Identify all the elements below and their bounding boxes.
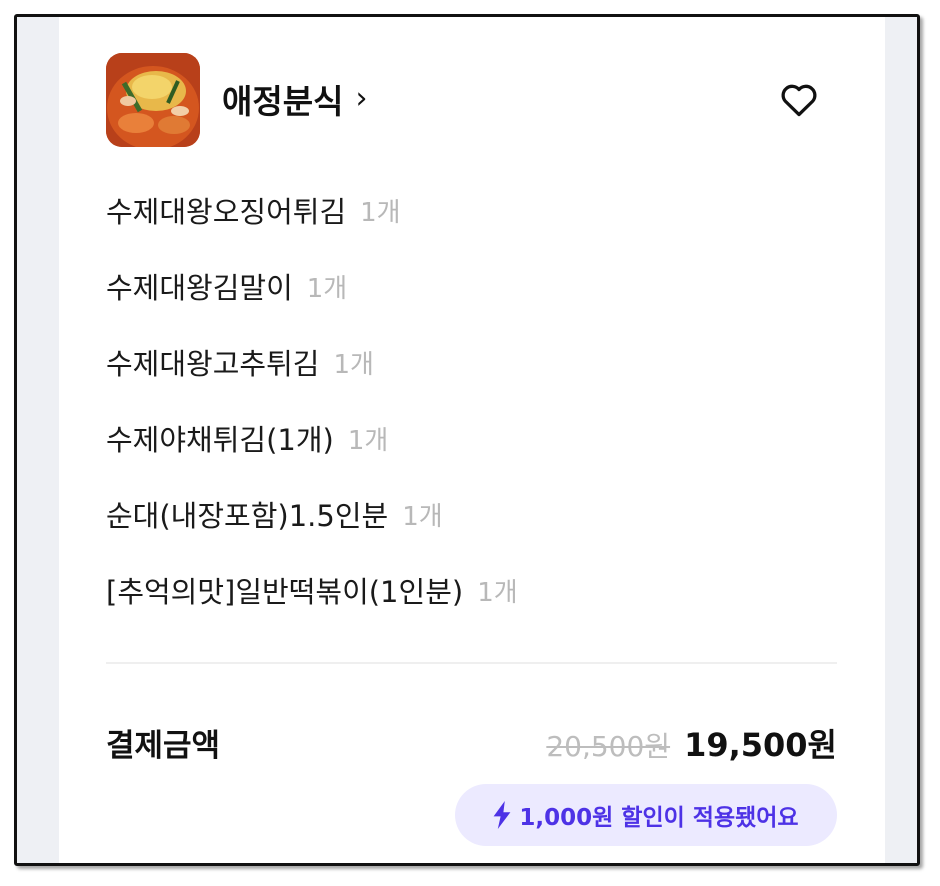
item-quantity: 1개	[402, 502, 443, 532]
final-price: 19,500원	[684, 726, 837, 764]
store-name-link[interactable]: 애정분식 ›	[222, 75, 367, 123]
tteokbokki-image	[106, 53, 200, 147]
order-item: 순대(내장포함)1.5인분 1개	[106, 493, 518, 569]
item-name: 수제대왕오징어튀김	[106, 195, 347, 229]
order-item: [추억의맛]일반떡볶이(1인분) 1개	[106, 569, 518, 645]
item-name: [추억의맛]일반떡볶이(1인분)	[106, 575, 464, 609]
item-quantity: 1개	[333, 350, 374, 380]
heart-icon[interactable]	[779, 81, 819, 117]
lightning-bolt-icon	[493, 801, 511, 829]
store-name: 애정분식	[222, 82, 344, 121]
item-name: 순대(내장포함)1.5인분	[106, 499, 389, 533]
order-item: 수제대왕오징어튀김 1개	[106, 189, 518, 265]
order-card: 애정분식 › 수제대왕오징어튀김 1개 수제대왕김말이 1개 수제대왕고추튀김 …	[59, 17, 885, 863]
price-group: 20,500원 19,500원	[546, 720, 837, 766]
store-thumbnail[interactable]	[106, 53, 200, 147]
order-item-list: 수제대왕오징어튀김 1개 수제대왕김말이 1개 수제대왕고추튀김 1개 수제야채…	[106, 189, 518, 645]
discount-text: 1,000원 할인이 적용됐어요	[519, 805, 799, 831]
payment-label: 결제금액	[106, 728, 221, 764]
screenshot-frame: 애정분식 › 수제대왕오징어튀김 1개 수제대왕김말이 1개 수제대왕고추튀김 …	[14, 14, 920, 866]
original-price: 20,500원	[546, 730, 671, 763]
item-quantity: 1개	[306, 274, 348, 304]
item-quantity: 1개	[477, 578, 518, 608]
chevron-right-icon: ›	[355, 81, 368, 116]
item-name: 수제대왕고추튀김	[106, 347, 320, 381]
item-name: 수제대왕김말이	[106, 271, 293, 305]
order-item: 수제야채튀김(1개) 1개	[106, 417, 518, 493]
item-name: 수제야채튀김(1개)	[106, 423, 334, 457]
discount-badge: 1,000원 할인이 적용됐어요	[455, 784, 837, 846]
divider	[106, 662, 837, 664]
order-item: 수제대왕김말이 1개	[106, 265, 518, 341]
order-item: 수제대왕고추튀김 1개	[106, 341, 518, 417]
item-quantity: 1개	[347, 426, 389, 456]
item-quantity: 1개	[360, 198, 401, 228]
